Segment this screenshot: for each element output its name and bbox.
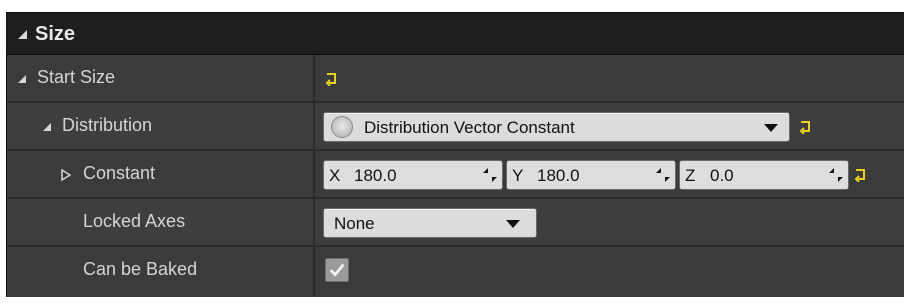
constant-x-field[interactable]: X 180.0 bbox=[323, 160, 503, 190]
drag-spin-icon[interactable] bbox=[655, 167, 671, 183]
reset-to-default-icon[interactable] bbox=[325, 72, 339, 86]
can-be-baked-checkbox[interactable] bbox=[325, 258, 349, 282]
expand-triangle-icon[interactable] bbox=[43, 123, 51, 131]
distribution-dropdown-value: Distribution Vector Constant bbox=[364, 118, 575, 137]
property-label-constant: Constant bbox=[83, 163, 156, 183]
property-label-locked-axes: Locked Axes bbox=[83, 211, 186, 231]
constant-x-value: 180.0 bbox=[354, 166, 397, 185]
expand-triangle-icon[interactable] bbox=[18, 75, 26, 83]
property-row-can-be-baked: Can be Baked bbox=[7, 247, 904, 297]
property-row-start-size: Start Size bbox=[7, 55, 904, 103]
check-icon bbox=[329, 263, 345, 277]
drag-spin-icon[interactable] bbox=[828, 167, 844, 183]
details-panel-frame: Size Start Size Distribution Distributio… bbox=[0, 0, 904, 303]
constant-y-value: 180.0 bbox=[537, 166, 580, 185]
property-row-locked-axes: Locked Axes None bbox=[7, 199, 904, 247]
property-row-distribution: Distribution Distribution Vector Constan… bbox=[7, 103, 904, 151]
chevron-down-icon bbox=[506, 220, 520, 228]
constant-y-field[interactable]: Y 180.0 bbox=[506, 160, 676, 190]
constant-z-field[interactable]: Z 0.0 bbox=[679, 160, 849, 190]
reset-to-default-icon[interactable] bbox=[854, 168, 868, 182]
locked-axes-dropdown[interactable]: None bbox=[323, 208, 537, 238]
property-row-constant: Constant X 180.0 Y 180.0 Z 0.0 bbox=[7, 151, 904, 199]
constant-z-value: 0.0 bbox=[710, 166, 734, 185]
collapse-triangle-icon[interactable] bbox=[18, 30, 27, 39]
axis-label-y: Y bbox=[512, 166, 524, 185]
drag-spin-icon[interactable] bbox=[482, 167, 498, 183]
section-title: Size bbox=[35, 23, 76, 45]
chevron-down-icon bbox=[764, 124, 778, 132]
axis-label-z: Z bbox=[685, 166, 696, 185]
reset-to-default-icon[interactable] bbox=[799, 120, 813, 134]
axis-label-x: X bbox=[329, 166, 341, 185]
property-label-start-size: Start Size bbox=[37, 67, 116, 87]
property-label-distribution: Distribution bbox=[62, 115, 153, 135]
name-value-divider[interactable] bbox=[313, 55, 315, 297]
section-header[interactable]: Size bbox=[7, 13, 904, 55]
locked-axes-dropdown-value: None bbox=[334, 214, 375, 233]
property-label-can-be-baked: Can be Baked bbox=[83, 259, 198, 279]
distribution-type-icon bbox=[331, 116, 353, 138]
size-section: Size Start Size Distribution Distributio… bbox=[6, 12, 904, 297]
distribution-dropdown[interactable]: Distribution Vector Constant bbox=[323, 112, 790, 142]
triangle-right-icon[interactable] bbox=[61, 169, 71, 181]
